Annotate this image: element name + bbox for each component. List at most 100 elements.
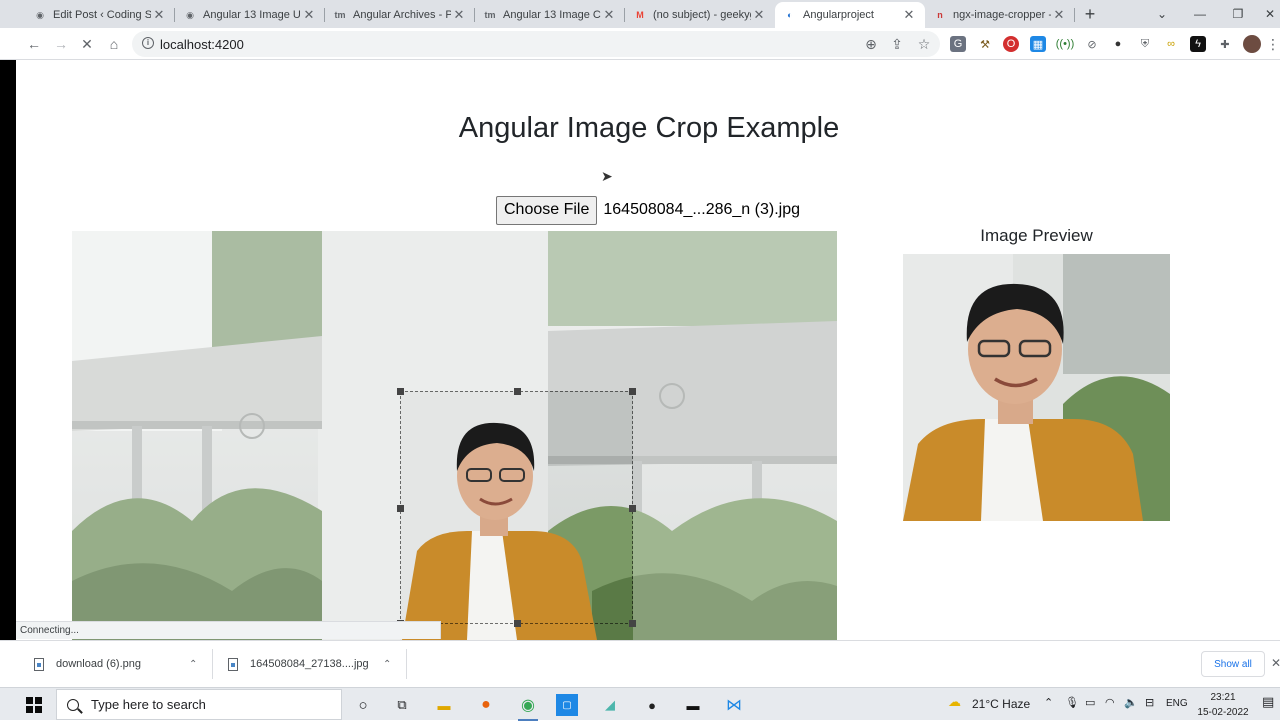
tab-title: (no subject) - geekygautam (653, 9, 751, 21)
preview-photo (903, 254, 1170, 521)
web-page: Angular Image Crop Example Choose File 1… (16, 60, 1280, 640)
extension-tools-icon[interactable]: ⚒ (977, 36, 993, 52)
image-file-icon (34, 657, 44, 671)
selected-file-name: 164508084_...286_n (3).jpg (603, 201, 800, 218)
profile-avatar[interactable] (1243, 35, 1261, 53)
battery-icon[interactable]: ▭ (1085, 696, 1095, 709)
extension-block-icon[interactable]: ⊘ (1084, 36, 1100, 52)
extension-circle-icon[interactable]: ● (1110, 36, 1126, 52)
globe-icon: ◉ (186, 9, 194, 20)
tab-title: Angular 13 Image Crop (503, 9, 601, 21)
chevron-up-icon[interactable]: ⌃ (383, 659, 391, 670)
back-icon[interactable]: ← (23, 33, 45, 55)
stop-loading-icon[interactable]: ✕ (76, 33, 98, 55)
tab-search-icon[interactable]: ⌄ (1150, 4, 1174, 24)
tab-close-icon[interactable]: ✕ (601, 7, 617, 23)
chrome-icon[interactable]: ◉ (515, 692, 541, 721)
file-input[interactable]: Choose File 164508084_...286_n (3).jpg (496, 195, 800, 225)
minimize-button[interactable]: — (1188, 4, 1212, 24)
extension-dict-icon[interactable]: G (950, 36, 966, 52)
close-window-button[interactable]: ✕ (1258, 4, 1280, 24)
tab-5[interactable]: M (no subject) - geekygautam✕ (625, 2, 775, 28)
tm-icon: tm (484, 10, 496, 20)
download-filename: download (6).png (56, 658, 142, 670)
app-teal-icon[interactable]: ◢ (597, 692, 623, 718)
tab-title: ngx-image-cropper - npm (953, 9, 1051, 21)
crop-handle-se[interactable] (629, 620, 636, 627)
mic-icon[interactable]: 🎙 (1065, 696, 1079, 709)
crop-handle-e[interactable] (629, 505, 636, 512)
extension-opera-icon[interactable]: O (1003, 36, 1019, 52)
network-icon[interactable]: ⊟ (1145, 696, 1154, 709)
divider (212, 649, 213, 679)
address-bar[interactable]: i localhost:4200 (132, 31, 940, 57)
tab-6[interactable]: ◐ Angularproject ✕ (775, 2, 925, 28)
browser-toolbar: ← → ✕ ⌂ i localhost:4200 ⊕ ⇪ ☆ G ⚒ O ▦ (… (0, 28, 1280, 60)
show-all-button[interactable]: Show all (1201, 651, 1265, 677)
extension-grid-icon[interactable]: ▦ (1030, 36, 1046, 52)
bookmark-star-icon[interactable]: ☆ (913, 33, 935, 55)
forward-icon[interactable]: → (50, 33, 72, 55)
tab-1[interactable]: ◉ Edit Post ‹ Coding Shiksha✕ (25, 2, 175, 28)
choose-file-button[interactable]: Choose File (496, 195, 598, 225)
crop-source-image[interactable] (72, 231, 837, 640)
wifi-icon[interactable]: ◠ (1105, 696, 1115, 709)
notifications-icon[interactable]: ▤ (1262, 694, 1274, 710)
crop-handle-n[interactable] (514, 388, 521, 395)
tab-close-icon[interactable]: ✕ (451, 7, 467, 23)
site-info-icon[interactable]: i (142, 37, 154, 49)
tab-close-icon[interactable]: ✕ (301, 7, 317, 23)
tray-chevron-icon[interactable]: ⌃ (1044, 696, 1053, 709)
home-icon[interactable]: ⌂ (103, 33, 125, 55)
windows-taskbar: Type here to search ○ ⧉ ▬ ● ◉ ▢ ◢ ● ▬ ⋈ … (0, 687, 1280, 721)
tab-separator (1074, 8, 1075, 22)
tab-7[interactable]: n ngx-image-cropper - npm✕ (925, 2, 1075, 28)
tab-close-icon[interactable]: ✕ (751, 7, 767, 23)
close-shelf-icon[interactable]: ✕ (1271, 656, 1280, 670)
windows-start-icon[interactable] (26, 697, 42, 713)
tab-2[interactable]: ◉ Angular 13 Image Upload✕ (175, 2, 325, 28)
crop-handle-ne[interactable] (629, 388, 636, 395)
download-item-2[interactable]: 164508084_27138....jpg ⌃ (228, 641, 391, 687)
crop-selection-box[interactable] (397, 388, 636, 627)
volume-icon[interactable]: 🔈 (1124, 696, 1138, 709)
cortana-icon[interactable]: ○ (350, 692, 376, 718)
extension-shield-icon[interactable]: ⛨ (1137, 36, 1153, 52)
page-title: Angular Image Crop Example (458, 112, 840, 144)
tab-4[interactable]: tm Angular 13 Image Crop✕ (475, 2, 625, 28)
tab-close-icon[interactable]: ✕ (901, 7, 917, 23)
tab-close-icon[interactable]: ✕ (151, 7, 167, 23)
share-icon[interactable]: ⇪ (886, 33, 908, 55)
globe-icon: ◉ (36, 9, 44, 20)
tab-3[interactable]: tm Angular Archives - Pakainfo✕ (325, 2, 475, 28)
extension-broadcast-icon[interactable]: ((•)) (1056, 36, 1075, 52)
restore-button[interactable]: ❐ (1226, 4, 1250, 24)
app-blue-icon[interactable]: ▢ (556, 694, 578, 716)
crop-handle-w[interactable] (397, 505, 404, 512)
vscode-icon[interactable]: ⋈ (721, 692, 747, 718)
taskbar-search-box[interactable]: Type here to search (56, 689, 342, 720)
github-desktop-icon[interactable]: ● (639, 692, 665, 718)
language-indicator[interactable]: ENG (1166, 698, 1188, 709)
image-file-icon (228, 657, 238, 671)
new-tab-button[interactable]: + (1080, 4, 1100, 24)
task-view-icon[interactable]: ⧉ (389, 692, 415, 718)
system-clock[interactable]: 23:21 15-02-2022 (1197, 690, 1249, 720)
zoom-icon[interactable]: ⊕ (860, 33, 882, 55)
download-item-1[interactable]: download (6).png ⌃ (34, 641, 197, 687)
menu-kebab-icon[interactable]: ⋮ (1266, 33, 1280, 55)
chevron-up-icon[interactable]: ⌃ (189, 659, 197, 670)
extension-link-icon[interactable]: ∞ (1163, 36, 1179, 52)
extension-bolt-icon[interactable]: ϟ (1190, 36, 1206, 52)
crop-handle-s[interactable] (514, 620, 521, 627)
npm-icon: n (937, 10, 943, 20)
weather-text[interactable]: 21°C Haze (972, 697, 1030, 711)
file-explorer-icon[interactable]: ▬ (431, 692, 457, 718)
extensions-puzzle-icon[interactable]: ✚ (1217, 36, 1233, 52)
tab-close-icon[interactable]: ✕ (1051, 7, 1067, 23)
crop-handle-nw[interactable] (397, 388, 404, 395)
left-black-border (0, 60, 16, 640)
cropped-preview-image (903, 254, 1170, 521)
terminal-icon[interactable]: ▬ (680, 692, 706, 718)
firefox-icon[interactable]: ● (473, 692, 499, 718)
